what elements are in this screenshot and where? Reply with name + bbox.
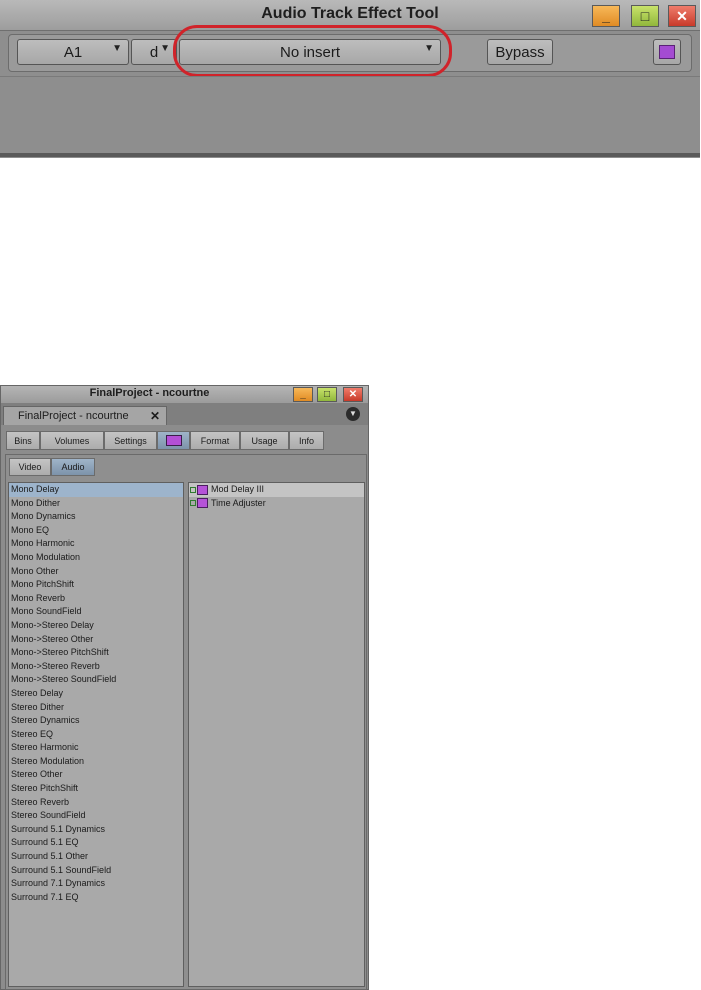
project-doc-tab-label: FinalProject - ncourtne [18, 410, 129, 422]
project-window-title: FinalProject - ncourtne [89, 387, 210, 399]
audio-track-effect-tool-window: Audio Track Effect Tool _ □ ✕ A1 ▼ d ▼ N… [0, 0, 700, 158]
effect-list: Mod Delay III Time Adjuster [188, 482, 365, 987]
project-window: FinalProject - ncourtne _ □ ✕ FinalProje… [0, 385, 369, 990]
minimize-button[interactable]: _ [592, 5, 620, 27]
category-list-item[interactable]: Surround 5.1 Other [9, 850, 183, 864]
maximize-button[interactable]: □ [631, 5, 659, 27]
audiosuite-plugin-icon [197, 498, 208, 509]
tab-info[interactable]: Info [289, 431, 324, 450]
category-list-item[interactable]: Mono Dither [9, 497, 183, 511]
track-selector[interactable]: A1 ▼ [17, 39, 129, 65]
minimize-button[interactable]: _ [293, 387, 313, 402]
plugin-window-button[interactable] [653, 39, 681, 65]
document-tab-row: FinalProject - ncourtne ✕ ▼ [1, 403, 368, 425]
category-list-item[interactable]: Stereo SoundField [9, 809, 183, 823]
category-list-item[interactable]: Stereo Other [9, 768, 183, 782]
category-list-item[interactable]: Mono->Stereo PitchShift [9, 646, 183, 660]
close-button[interactable]: ✕ [668, 5, 696, 27]
category-list-item[interactable]: Stereo PitchShift [9, 782, 183, 796]
close-tab-icon[interactable]: ✕ [150, 407, 160, 425]
category-list-item[interactable]: Mono->Stereo Other [9, 633, 183, 647]
category-list-item[interactable]: Mono PitchShift [9, 578, 183, 592]
category-list-item[interactable]: Stereo Delay [9, 687, 183, 701]
category-list-item[interactable]: Mono Dynamics [9, 510, 183, 524]
effects-icon [165, 435, 182, 446]
category-list-item[interactable]: Mono->Stereo Reverb [9, 660, 183, 674]
project-title-bar[interactable]: FinalProject - ncourtne _ □ ✕ [1, 386, 368, 403]
category-list-item[interactable]: Mono Reverb [9, 592, 183, 606]
effect-list-item[interactable]: Mod Delay III [189, 483, 364, 497]
track-label: A1 [63, 43, 83, 61]
audiosuite-plugin-icon [197, 484, 208, 495]
tab-audio[interactable]: Audio [51, 458, 95, 476]
plugin-icon [659, 45, 675, 59]
project-doc-tab[interactable]: FinalProject - ncourtne ✕ [3, 406, 167, 425]
category-list-item[interactable]: Mono->Stereo Delay [9, 619, 183, 633]
category-list-item[interactable]: Mono Modulation [9, 551, 183, 565]
category-list-item[interactable]: Surround 7.1 Dynamics [9, 877, 183, 891]
category-list-item[interactable]: Surround 5.1 Dynamics [9, 823, 183, 837]
category-list-item[interactable]: Mono Harmonic [9, 537, 183, 551]
category-list-item[interactable]: Stereo Dither [9, 701, 183, 715]
status-dot-icon [190, 500, 196, 507]
tab-volumes[interactable]: Volumes [40, 431, 104, 450]
chevron-down-icon: ▼ [160, 43, 170, 54]
effect-list-item[interactable]: Time Adjuster [189, 497, 364, 511]
bottom-border [0, 153, 700, 157]
chevron-down-icon: ▼ [112, 43, 122, 54]
effects-panel: Video Audio Mono Delay Mono Dither Mono Dy… [5, 454, 367, 990]
tab-video[interactable]: Video [9, 458, 51, 476]
effect-name: Mod Delay III [211, 484, 265, 494]
bypass-button[interactable]: Bypass [487, 39, 553, 65]
category-list-item[interactable]: Mono SoundField [9, 605, 183, 619]
tab-effects[interactable] [157, 431, 190, 450]
effect-name: Time Adjuster [211, 497, 266, 508]
tab-format[interactable]: Format [190, 431, 240, 450]
category-list-item[interactable]: Mono Delay [9, 483, 183, 497]
category-list-item[interactable]: Stereo Modulation [9, 755, 183, 769]
close-button[interactable]: ✕ [343, 387, 363, 402]
category-list-item[interactable]: Stereo Dynamics [9, 714, 183, 728]
highlight-circle [173, 25, 452, 77]
bypass-label: Bypass [495, 43, 545, 61]
category-list-item[interactable]: Stereo EQ [9, 728, 183, 742]
status-dot-icon [190, 486, 196, 493]
category-list-item[interactable]: Mono->Stereo SoundField [9, 673, 183, 687]
effect-area [0, 76, 700, 158]
tab-settings[interactable]: Settings [104, 431, 157, 450]
tab-bins[interactable]: Bins [6, 431, 40, 450]
category-list-item[interactable]: Surround 5.1 EQ [9, 836, 183, 850]
insert-slot-selector[interactable]: d ▼ [131, 39, 177, 65]
category-list-item[interactable]: Stereo Reverb [9, 796, 183, 810]
category-list-item[interactable]: Stereo Harmonic [9, 741, 183, 755]
effect-category-list: Mono Delay Mono Dither Mono Dynamics Mono E… [8, 482, 184, 987]
maximize-button[interactable]: □ [317, 387, 337, 402]
category-list-item[interactable]: Mono Other [9, 565, 183, 579]
category-list-item[interactable]: Surround 5.1 SoundField [9, 864, 183, 878]
tab-usage[interactable]: Usage [240, 431, 289, 450]
panel-menu-icon[interactable]: ▼ [346, 407, 360, 421]
category-list-item[interactable]: Surround 7.1 EQ [9, 891, 183, 905]
category-list-item[interactable]: Mono EQ [9, 524, 183, 538]
slot-label: d [149, 43, 159, 61]
